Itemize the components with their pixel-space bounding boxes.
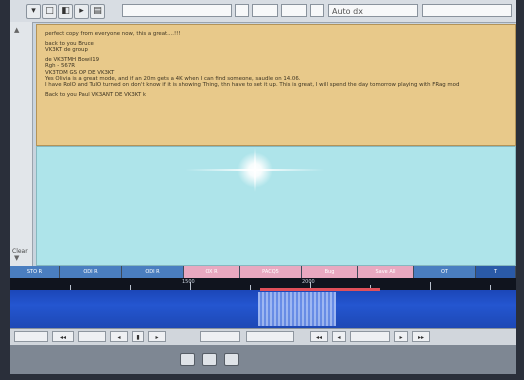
ruler-label: 2000 <box>302 279 315 285</box>
back-button[interactable]: ◂ <box>110 331 128 342</box>
mode-select[interactable] <box>235 4 249 17</box>
forward-button[interactable]: ▸ <box>148 331 166 342</box>
rst-field[interactable] <box>252 4 278 17</box>
macro-button[interactable]: OT <box>414 266 476 278</box>
waterfall-controls: ◂◂ ◂ ▮ ▸ ◂◂ ◂ ▸ ▸▸ <box>10 328 516 346</box>
control-button[interactable] <box>14 331 48 342</box>
macro-button[interactable]: ODI R <box>122 266 184 278</box>
left-sidebar: ▲ ▼ Clear <box>10 22 33 266</box>
fast-back-button[interactable]: ◂◂ <box>310 331 328 342</box>
list-icon[interactable]: ▤ <box>90 4 105 19</box>
control-button[interactable] <box>350 331 390 342</box>
control-button[interactable] <box>78 331 106 342</box>
play-icon[interactable]: ▸ <box>74 4 89 19</box>
ruler-label: 1500 <box>182 279 195 285</box>
tuning-marker[interactable] <box>260 288 380 291</box>
macro-button[interactable]: OX R <box>184 266 240 278</box>
taskbar <box>10 345 516 374</box>
clear-button[interactable]: Clear <box>12 248 28 255</box>
option-field[interactable] <box>310 4 324 17</box>
back-button[interactable]: ◂ <box>332 331 346 342</box>
window-icon[interactable]: □ <box>42 4 57 19</box>
scroll-down-icon[interactable]: ▼ <box>14 254 19 262</box>
rx-line: Back to you Paul VK3ANT DE VK3KT k <box>45 92 147 99</box>
taskbar-app-icon[interactable] <box>180 353 195 366</box>
taskbar-app-icon[interactable] <box>202 353 217 366</box>
fast-forward-button[interactable]: ▸▸ <box>412 331 430 342</box>
name-field[interactable] <box>422 4 512 17</box>
macro-button[interactable]: STO R <box>10 266 60 278</box>
control-button[interactable] <box>246 331 294 342</box>
macro-button-bar: STO R ODI R ODI R OX R PACQ5 Bug Save Al… <box>10 266 516 278</box>
toolbar: ▾ □ ◧ ▸ ▤ Auto dx <box>10 0 516 23</box>
frequency-field[interactable] <box>122 4 232 17</box>
scroll-up-icon[interactable]: ▲ <box>14 26 19 34</box>
macro-button[interactable]: ODI R <box>60 266 122 278</box>
dropdown-icon[interactable]: ▾ <box>26 4 41 19</box>
taskbar-app-icon[interactable] <box>224 353 239 366</box>
signal-trace <box>258 292 336 326</box>
panel-icon[interactable]: ◧ <box>58 4 73 19</box>
macro-button[interactable]: Bug <box>302 266 358 278</box>
fast-back-button[interactable]: ◂◂ <box>52 331 74 342</box>
macro-button[interactable]: Save All <box>358 266 414 278</box>
control-button[interactable] <box>200 331 240 342</box>
callsign-field[interactable]: Auto dx <box>328 4 418 17</box>
macro-button[interactable]: T <box>476 266 516 278</box>
macro-button[interactable]: PACQ5 <box>240 266 302 278</box>
receive-text-pane[interactable]: perfect copy from everyone now, this a g… <box>36 24 516 146</box>
rx-line: I have RoIO and TuIO turned on don't kno… <box>45 82 460 89</box>
app-window: ▾ □ ◧ ▸ ▤ Auto dx ▲ ▼ Clear perfect copy… <box>10 0 516 374</box>
forward-button[interactable]: ▸ <box>394 331 408 342</box>
screen-glare <box>185 148 325 192</box>
ruler-tick <box>430 282 431 290</box>
transmit-text-pane[interactable] <box>36 146 516 266</box>
power-field[interactable] <box>281 4 307 17</box>
stop-button[interactable]: ▮ <box>132 331 144 342</box>
